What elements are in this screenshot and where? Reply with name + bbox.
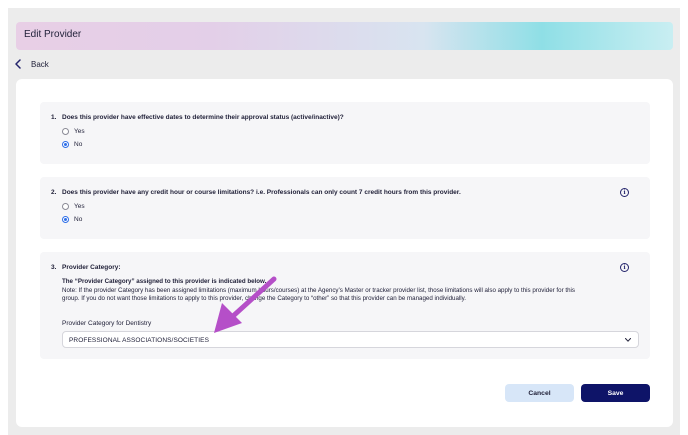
back-label: Back [31, 59, 49, 69]
question-2-panel: 2. Does this provider have any credit ho… [40, 177, 650, 239]
q1-no-radio[interactable] [62, 141, 69, 148]
note-line-2: Note: If the provider Category has been … [62, 286, 575, 294]
radio-label: No [74, 216, 83, 223]
q2-yes-option[interactable]: Yes [62, 203, 85, 210]
provider-category-select[interactable]: PROFESSIONAL ASSOCIATIONS/SOCIETIES [62, 331, 639, 348]
question-text: Provider Category: [62, 264, 121, 271]
annotation-arrow-icon [214, 276, 277, 333]
cancel-button[interactable]: Cancel [505, 384, 574, 402]
radio-label: Yes [74, 203, 85, 210]
form-card: 1. Does this provider have effective dat… [16, 79, 673, 427]
info-icon[interactable]: i [620, 263, 629, 272]
select-label: Provider Category for Dentistry [62, 320, 152, 327]
q1-yes-radio[interactable] [62, 128, 69, 135]
question-number: 1. [51, 114, 57, 121]
q1-yes-option[interactable]: Yes [62, 128, 85, 135]
save-button[interactable]: Save [581, 384, 650, 402]
q2-no-option[interactable]: No [62, 216, 82, 223]
info-icon[interactable]: i [620, 188, 629, 197]
question-1-panel: 1. Does this provider have effective dat… [40, 102, 650, 164]
chevron-left-icon [15, 59, 21, 69]
q2-yes-radio[interactable] [62, 203, 69, 210]
q1-no-option[interactable]: No [62, 141, 82, 148]
question-text: Does this provider have any credit hour … [62, 189, 461, 196]
page-title: Edit Provider [24, 29, 82, 40]
note-line-3: group. If you do not want those limitati… [62, 295, 467, 303]
radio-label: No [74, 141, 83, 148]
back-link[interactable]: Back [14, 57, 49, 71]
question-number: 3. [51, 264, 57, 271]
q2-no-radio[interactable] [62, 216, 69, 223]
chevron-down-icon [625, 338, 631, 342]
question-text: Does this provider have effective dates … [62, 114, 344, 121]
question-number: 2. [51, 189, 57, 196]
radio-label: Yes [74, 128, 85, 135]
question-3-panel: 3. Provider Category: i The “Provider Ca… [40, 252, 650, 359]
select-value: PROFESSIONAL ASSOCIATIONS/SOCIETIES [69, 336, 210, 344]
provider-category-note: The “Provider Category” assigned to this… [62, 278, 637, 304]
note-line-1: The “Provider Category” assigned to this… [62, 278, 267, 285]
page-header: Edit Provider [16, 22, 673, 50]
